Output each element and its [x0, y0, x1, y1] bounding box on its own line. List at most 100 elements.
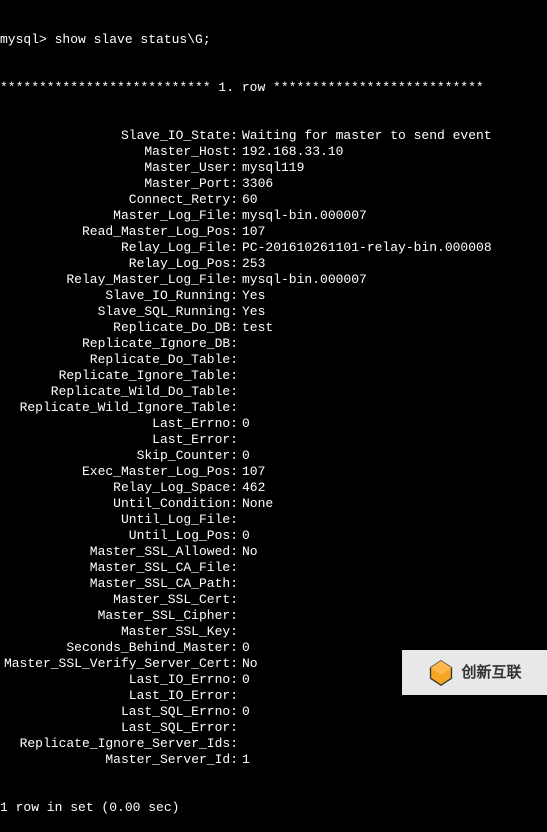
status-row: Replicate_Ignore_Server_Ids:: [0, 736, 547, 752]
status-row: Master_Log_File:mysql-bin.000007: [0, 208, 547, 224]
status-row: Master_Port:3306: [0, 176, 547, 192]
field-label: Exec_Master_Log_Pos:: [0, 464, 238, 480]
status-row: Last_Error:: [0, 432, 547, 448]
field-label: Relay_Log_File:: [0, 240, 238, 256]
status-row: Master_User:mysql119: [0, 160, 547, 176]
field-value: 192.168.33.10: [238, 144, 343, 160]
field-label: Master_User:: [0, 160, 238, 176]
status-row: Until_Log_File:: [0, 512, 547, 528]
field-value: 1: [238, 752, 250, 768]
field-label: Slave_IO_Running:: [0, 288, 238, 304]
field-value: 253: [238, 256, 265, 272]
field-value: Waiting for master to send event: [238, 128, 492, 144]
result-footer: 1 row in set (0.00 sec): [0, 800, 547, 816]
status-row: Last_Errno:0: [0, 416, 547, 432]
field-value: Yes: [238, 288, 265, 304]
status-row: Slave_SQL_Running:Yes: [0, 304, 547, 320]
field-value: 107: [238, 464, 265, 480]
field-value: 60: [238, 192, 258, 208]
status-row: Master_SSL_Cert:: [0, 592, 547, 608]
field-value: 0: [238, 416, 250, 432]
field-label: Last_IO_Error:: [0, 688, 238, 704]
field-value: test: [238, 320, 273, 336]
field-label: Replicate_Ignore_Server_Ids:: [0, 736, 238, 752]
status-row: Replicate_Do_DB:test: [0, 320, 547, 336]
field-label: Last_Errno:: [0, 416, 238, 432]
field-label: Last_Error:: [0, 432, 238, 448]
status-row: Slave_IO_Running:Yes: [0, 288, 547, 304]
field-value: mysql-bin.000007: [238, 208, 367, 224]
status-row: Master_SSL_Allowed:No: [0, 544, 547, 560]
field-value: 462: [238, 480, 265, 496]
field-label: Last_SQL_Error:: [0, 720, 238, 736]
field-value: Yes: [238, 304, 265, 320]
field-label: Master_Server_Id:: [0, 752, 238, 768]
field-label: Relay_Master_Log_File:: [0, 272, 238, 288]
status-row: Replicate_Wild_Do_Table:: [0, 384, 547, 400]
field-label: Relay_Log_Pos:: [0, 256, 238, 272]
field-label: Skip_Counter:: [0, 448, 238, 464]
status-row: Master_SSL_Key:: [0, 624, 547, 640]
field-value: 0: [238, 640, 250, 656]
field-value: 3306: [238, 176, 273, 192]
field-value: 107: [238, 224, 265, 240]
field-label: Replicate_Do_DB:: [0, 320, 238, 336]
field-label: Replicate_Ignore_DB:: [0, 336, 238, 352]
status-row: Master_Server_Id:1: [0, 752, 547, 768]
field-label: Master_SSL_CA_Path:: [0, 576, 238, 592]
field-label: Master_Log_File:: [0, 208, 238, 224]
status-row: Last_SQL_Error:: [0, 720, 547, 736]
field-value: No: [238, 544, 258, 560]
field-label: Replicate_Wild_Do_Table:: [0, 384, 238, 400]
field-value: mysql-bin.000007: [238, 272, 367, 288]
field-value: No: [238, 656, 258, 672]
field-label: Relay_Log_Space:: [0, 480, 238, 496]
status-row: Relay_Log_Pos:253: [0, 256, 547, 272]
status-row: Master_Host:192.168.33.10: [0, 144, 547, 160]
field-value: 0: [238, 528, 250, 544]
status-row: Master_SSL_CA_File:: [0, 560, 547, 576]
field-label: Replicate_Wild_Ignore_Table:: [0, 400, 238, 416]
field-value: mysql119: [238, 160, 304, 176]
row-separator: *************************** 1. row *****…: [0, 80, 547, 96]
watermark-badge: 创新互联: [402, 650, 547, 695]
watermark-text: 创新互联: [461, 665, 521, 681]
status-row: Relay_Master_Log_File:mysql-bin.000007: [0, 272, 547, 288]
status-row: Replicate_Ignore_DB:: [0, 336, 547, 352]
status-row: Relay_Log_Space:462: [0, 480, 547, 496]
field-value: 0: [238, 672, 250, 688]
status-row: Master_SSL_CA_Path:: [0, 576, 547, 592]
field-label: Slave_IO_State:: [0, 128, 238, 144]
field-label: Until_Condition:: [0, 496, 238, 512]
field-label: Last_SQL_Errno:: [0, 704, 238, 720]
watermark-logo-icon: [427, 659, 455, 687]
status-row: Connect_Retry:60: [0, 192, 547, 208]
field-value: 0: [238, 704, 250, 720]
field-label: Master_SSL_Cert:: [0, 592, 238, 608]
field-value: PC-201610261101-relay-bin.000008: [238, 240, 492, 256]
status-row: Slave_IO_State:Waiting for master to sen…: [0, 128, 547, 144]
status-row: Read_Master_Log_Pos:107: [0, 224, 547, 240]
field-label: Connect_Retry:: [0, 192, 238, 208]
field-label: Replicate_Ignore_Table:: [0, 368, 238, 384]
status-row: Replicate_Wild_Ignore_Table:: [0, 400, 547, 416]
field-value: None: [238, 496, 273, 512]
status-row: Replicate_Do_Table:: [0, 352, 547, 368]
field-label: Master_SSL_Verify_Server_Cert:: [0, 656, 238, 672]
status-row: Master_SSL_Cipher:: [0, 608, 547, 624]
field-label: Last_IO_Errno:: [0, 672, 238, 688]
field-label: Seconds_Behind_Master:: [0, 640, 238, 656]
terminal-output[interactable]: mysql> show slave status\G; ************…: [0, 0, 547, 832]
field-label: Master_Port:: [0, 176, 238, 192]
field-label: Master_SSL_Key:: [0, 624, 238, 640]
status-row: Exec_Master_Log_Pos:107: [0, 464, 547, 480]
field-label: Until_Log_File:: [0, 512, 238, 528]
field-label: Until_Log_Pos:: [0, 528, 238, 544]
field-label: Master_SSL_CA_File:: [0, 560, 238, 576]
status-row: Relay_Log_File:PC-201610261101-relay-bin…: [0, 240, 547, 256]
field-label: Slave_SQL_Running:: [0, 304, 238, 320]
status-row: Last_SQL_Errno:0: [0, 704, 547, 720]
field-label: Replicate_Do_Table:: [0, 352, 238, 368]
status-row: Skip_Counter:0: [0, 448, 547, 464]
command-prompt: mysql> show slave status\G;: [0, 32, 547, 48]
